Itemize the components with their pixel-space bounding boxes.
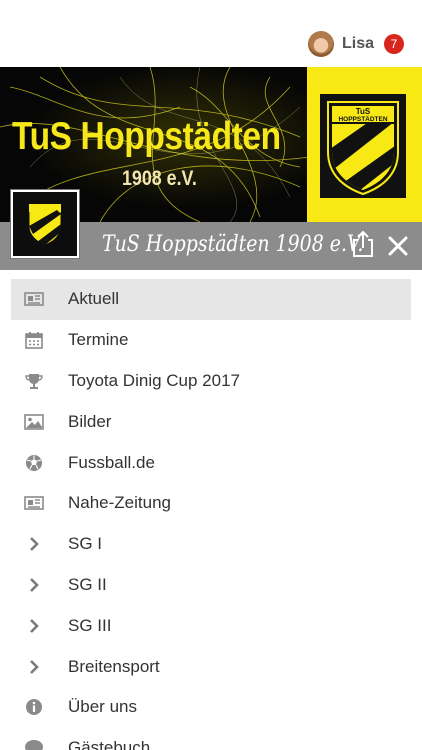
trophy-icon — [23, 370, 45, 392]
info-icon — [23, 696, 45, 718]
chevron-right-icon — [23, 533, 45, 555]
menu-item-label: Bilder — [68, 411, 112, 431]
menu-item-breitensport[interactable]: Breitensport — [11, 646, 411, 687]
svg-text:HOPPSTÄDTEN: HOPPSTÄDTEN — [338, 115, 387, 123]
svg-text:TuS: TuS — [356, 107, 371, 116]
menu-item-termine[interactable]: Termine — [11, 320, 411, 361]
newspaper-icon — [23, 492, 45, 514]
menu-item-label: SG III — [68, 615, 112, 635]
menu-item-label: Über uns — [68, 697, 137, 717]
menu-item-label: Nahe-Zeitung — [68, 493, 172, 513]
banner-title: TuS Hoppstädten — [12, 115, 281, 158]
club-crest-logo: TuS HOPPSTÄDTEN — [320, 94, 406, 198]
notification-badge[interactable]: 7 — [384, 34, 404, 54]
image-icon — [23, 411, 45, 433]
menu-item-label: Termine — [68, 330, 129, 350]
menu-item-sg-1[interactable]: SG I — [11, 524, 411, 565]
calendar-icon — [23, 329, 45, 351]
menu-item-label: Fussball.de — [68, 452, 155, 472]
menu-item-bilder[interactable]: Bilder — [11, 401, 411, 442]
newspaper-icon — [23, 288, 45, 310]
top-bar: Lisa 7 — [0, 0, 422, 67]
club-crest-small — [28, 203, 62, 246]
menu-item-sg-2[interactable]: SG II — [11, 565, 411, 606]
menu-item-label: SG II — [68, 574, 107, 594]
menu-item-label: SG I — [68, 534, 103, 554]
menu-item-label: Gästebuch — [68, 738, 151, 750]
avatar[interactable] — [307, 31, 334, 57]
menu-item-gaestebuch[interactable]: Gästebuch — [11, 728, 411, 750]
menu-item-label: Aktuell — [68, 289, 120, 309]
menu-item-nahe-zeitung[interactable]: Nahe-Zeitung — [11, 483, 411, 524]
soccer-ball-icon — [23, 452, 45, 474]
chevron-right-icon — [23, 615, 45, 637]
menu-item-ueber-uns[interactable]: Über uns — [11, 687, 411, 728]
menu-item-label: Breitensport — [68, 656, 160, 676]
menu-item-sg-3[interactable]: SG III — [11, 605, 411, 646]
chat-bubble-icon — [23, 737, 45, 750]
chevron-right-icon — [23, 574, 45, 596]
chevron-right-icon — [23, 656, 45, 678]
user-name[interactable]: Lisa — [342, 35, 374, 53]
banner-subtitle: 1908 e.V. — [122, 167, 197, 190]
menu-item-toyota-dinig-cup[interactable]: Toyota Dinig Cup 2017 — [11, 361, 411, 402]
close-icon[interactable] — [386, 234, 410, 258]
menu-item-aktuell[interactable]: Aktuell — [11, 279, 411, 320]
navigation-menu: Aktuell Termine Toyota Dinig Cup 2017 Bi… — [11, 279, 411, 750]
share-icon[interactable] — [350, 230, 376, 258]
menu-item-fussball-de[interactable]: Fussball.de — [11, 442, 411, 483]
club-title: TuS Hoppstädten 1908 e.V. — [102, 232, 364, 257]
menu-item-label: Toyota Dinig Cup 2017 — [68, 370, 241, 390]
user-menu[interactable]: Lisa 7 — [307, 30, 404, 58]
club-thumbnail — [11, 190, 79, 258]
